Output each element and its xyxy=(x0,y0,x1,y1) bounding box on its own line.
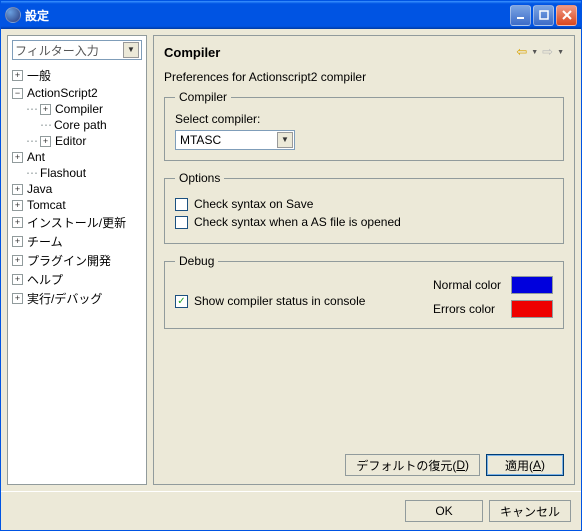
debug-legend: Debug xyxy=(175,254,218,268)
show-compiler-status-checkbox[interactable]: ✓ xyxy=(175,295,188,308)
forward-menu[interactable]: ▼ xyxy=(557,49,564,56)
tree-item[interactable]: +インストール/更新 xyxy=(8,213,146,232)
expand-icon[interactable]: + xyxy=(40,104,51,115)
errors-color-button[interactable] xyxy=(511,300,553,318)
tree-item[interactable]: +Java xyxy=(8,181,146,197)
debug-group: Debug ✓ Show compiler status in console … xyxy=(164,254,564,329)
tree-item[interactable]: +Ant xyxy=(8,149,146,165)
ok-button[interactable]: OK xyxy=(405,500,483,522)
page-title: Compiler xyxy=(164,45,516,60)
filter-input[interactable]: フィルター入力 xyxy=(12,40,142,60)
normal-color-label: Normal color xyxy=(433,278,501,292)
expand-icon[interactable]: + xyxy=(12,70,23,81)
tree-item[interactable]: +チーム xyxy=(8,232,146,251)
forward-button: ⇨ xyxy=(542,44,553,60)
errors-color-label: Errors color xyxy=(433,302,501,316)
normal-color-button[interactable] xyxy=(511,276,553,294)
preference-tree[interactable]: +一般 −ActionScript2 ⋯+Compiler ⋯Core path… xyxy=(8,64,146,484)
check-syntax-save-label: Check syntax on Save xyxy=(194,197,313,211)
title-bar: 設定 xyxy=(1,1,581,29)
show-compiler-status-label: Show compiler status in console xyxy=(194,294,365,308)
expand-icon[interactable]: + xyxy=(12,152,23,163)
select-compiler-label: Select compiler: xyxy=(175,112,553,126)
tree-item[interactable]: +一般 xyxy=(8,66,146,85)
tree-item[interactable]: ⋯+Editor xyxy=(8,133,146,149)
check-syntax-open-label: Check syntax when a AS file is opened xyxy=(194,215,401,229)
collapse-icon[interactable]: − xyxy=(12,88,23,99)
compiler-select[interactable]: MTASC xyxy=(175,130,295,150)
left-panel: フィルター入力 +一般 −ActionScript2 ⋯+Compiler ⋯C… xyxy=(7,35,147,485)
tree-item[interactable]: +実行/デバッグ xyxy=(8,289,146,308)
check-syntax-open-checkbox[interactable] xyxy=(175,216,188,229)
tree-item[interactable]: +プラグイン開発 xyxy=(8,251,146,270)
tree-item[interactable]: ⋯Core path xyxy=(8,117,146,133)
tree-item[interactable]: +Tomcat xyxy=(8,197,146,213)
expand-icon[interactable]: + xyxy=(12,293,23,304)
window-title: 設定 xyxy=(25,7,510,24)
close-button[interactable] xyxy=(556,5,577,26)
expand-icon[interactable]: + xyxy=(12,255,23,266)
right-panel: Compiler ⇦ ▼ ⇨ ▼ Preferences for Actions… xyxy=(153,35,575,485)
minimize-button[interactable] xyxy=(510,5,531,26)
maximize-button[interactable] xyxy=(533,5,554,26)
tree-item[interactable]: +ヘルプ xyxy=(8,270,146,289)
compiler-group: Compiler Select compiler: MTASC xyxy=(164,90,564,161)
expand-icon[interactable]: + xyxy=(12,217,23,228)
cancel-button[interactable]: キャンセル xyxy=(489,500,571,522)
back-menu[interactable]: ▼ xyxy=(531,49,538,56)
expand-icon[interactable]: + xyxy=(12,200,23,211)
check-syntax-save-checkbox[interactable] xyxy=(175,198,188,211)
expand-icon[interactable]: + xyxy=(40,136,51,147)
tree-item[interactable]: −ActionScript2 xyxy=(8,85,146,101)
options-legend: Options xyxy=(175,171,224,185)
tree-item[interactable]: ⋯Flashout xyxy=(8,165,146,181)
expand-icon[interactable]: + xyxy=(12,184,23,195)
app-icon xyxy=(5,7,21,23)
expand-icon[interactable]: + xyxy=(12,236,23,247)
apply-button[interactable]: 適用(A) xyxy=(486,454,564,476)
back-button[interactable]: ⇦ xyxy=(516,44,527,60)
compiler-legend: Compiler xyxy=(175,90,231,104)
tree-item[interactable]: ⋯+Compiler xyxy=(8,101,146,117)
expand-icon[interactable]: + xyxy=(12,274,23,285)
restore-defaults-button[interactable]: デフォルトの復元(D) xyxy=(345,454,480,476)
page-subtitle: Preferences for Actionscript2 compiler xyxy=(164,70,564,84)
options-group: Options Check syntax on Save Check synta… xyxy=(164,171,564,244)
